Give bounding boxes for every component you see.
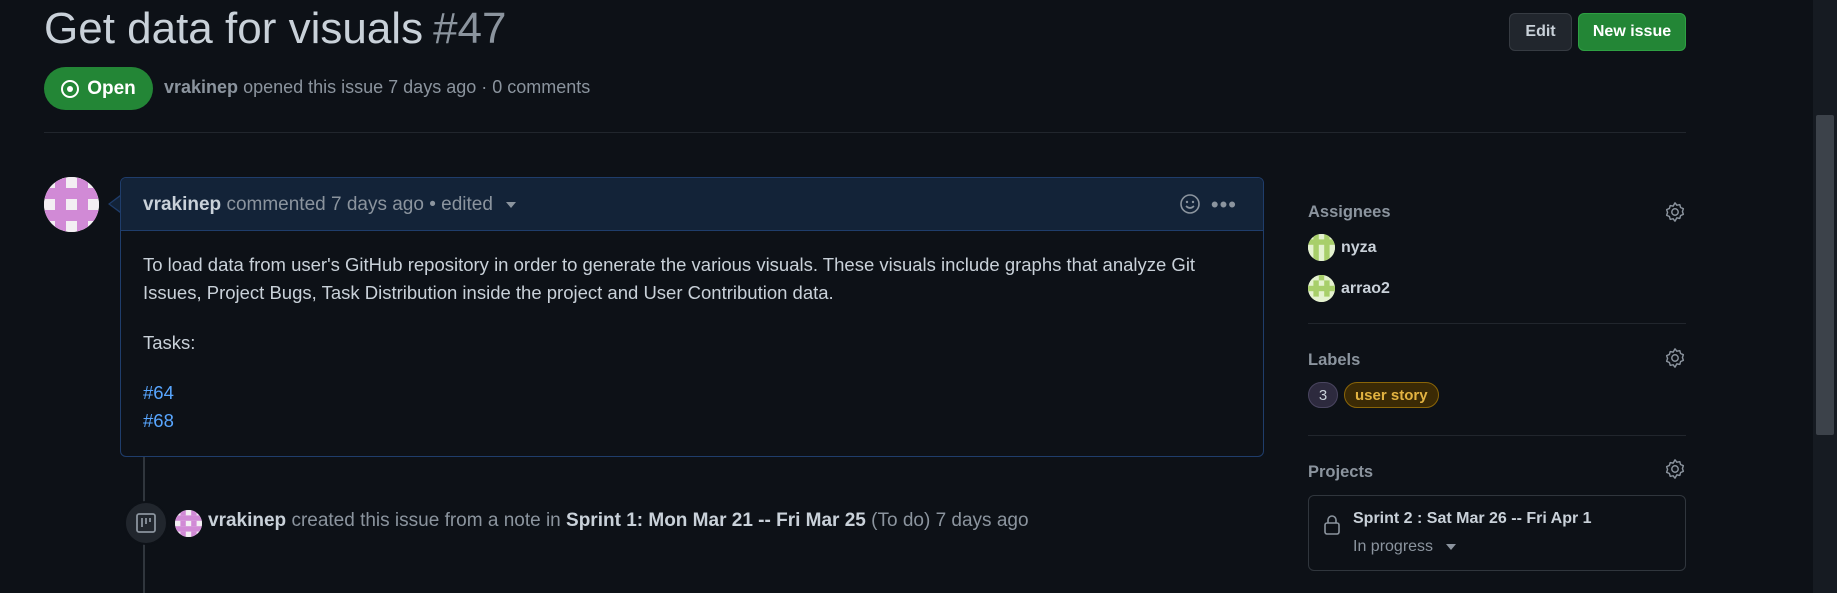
assignee-avatar xyxy=(1308,275,1335,302)
event-author-avatar[interactable] xyxy=(175,510,202,537)
new-issue-button[interactable]: New issue xyxy=(1578,13,1686,51)
sidebar-divider xyxy=(1308,323,1686,324)
projects-gear-icon[interactable] xyxy=(1664,458,1686,480)
issue-state-badge: Open xyxy=(44,67,153,110)
timeline-badge xyxy=(124,501,168,545)
project-board-icon xyxy=(136,513,156,533)
task-list: #64 #68 xyxy=(143,379,1241,435)
project-status: In progress xyxy=(1353,538,1434,555)
scrollbar-thumb[interactable] xyxy=(1816,115,1834,435)
labels-heading: Labels xyxy=(1308,351,1361,369)
emoji-reaction-icon[interactable] xyxy=(1179,193,1201,215)
event-time[interactable]: 7 days ago xyxy=(936,510,1029,531)
sidebar-divider xyxy=(1308,435,1686,436)
task-link-68[interactable]: #68 xyxy=(143,407,1241,435)
comment-meta[interactable]: commented 7 days ago • edited xyxy=(226,194,492,215)
label-3[interactable]: 3 xyxy=(1308,382,1338,408)
event-author-link[interactable]: vrakinep xyxy=(208,510,286,531)
comment-body-text: To load data from user's GitHub reposito… xyxy=(143,254,1196,303)
issue-opened-icon xyxy=(61,79,80,98)
issue-meta: vrakinep opened this issue 7 days ago · … xyxy=(164,77,590,98)
task-link-64[interactable]: #64 xyxy=(143,379,1241,407)
labels-gear-icon[interactable] xyxy=(1664,347,1686,369)
comment-author-avatar[interactable] xyxy=(44,177,99,232)
assignees-gear-icon[interactable] xyxy=(1664,201,1686,223)
comment-header: vrakinep commented 7 days ago • edited •… xyxy=(121,178,1263,231)
comment-header-text: vrakinep commented 7 days ago • edited xyxy=(143,194,517,216)
projects-heading: Projects xyxy=(1308,463,1374,481)
comment-author-link[interactable]: vrakinep xyxy=(143,194,221,215)
more-options-icon[interactable]: ••• xyxy=(1211,192,1237,218)
assignee-avatar xyxy=(1308,234,1335,261)
event-text: created this issue from a note in xyxy=(291,510,561,531)
assignee-name: arrao2 xyxy=(1341,279,1390,297)
issue-state-label: Open xyxy=(87,77,136,99)
edit-button[interactable]: Edit xyxy=(1509,13,1572,51)
issue-opened-text: opened this issue 7 days ago · 0 comment… xyxy=(243,77,591,97)
comment-box: vrakinep commented 7 days ago • edited •… xyxy=(120,177,1264,457)
issue-author-link[interactable]: vrakinep xyxy=(164,77,238,97)
issue-title-text: Get data for visuals xyxy=(44,4,424,53)
identicon-icon xyxy=(175,510,202,537)
project-status-select[interactable]: In progress xyxy=(1353,538,1456,556)
identicon-icon xyxy=(44,177,99,232)
project-card[interactable]: Sprint 2 : Sat Mar 26 -- Fri Apr 1 In pr… xyxy=(1308,495,1686,571)
assignee-name: nyza xyxy=(1341,238,1377,256)
assignee-nyza[interactable]: nyza xyxy=(1308,234,1377,261)
chevron-down-icon xyxy=(1445,543,1456,550)
event-project-link[interactable]: Sprint 1: Mon Mar 21 -- Fri Mar 25 xyxy=(566,510,866,531)
issue-number: #47 xyxy=(433,4,507,53)
issue-title: Get data for visuals #47 xyxy=(44,4,507,54)
identicon-icon xyxy=(1308,275,1335,302)
project-name[interactable]: Sprint 2 : Sat Mar 26 -- Fri Apr 1 xyxy=(1353,510,1592,528)
tasks-label: Tasks: xyxy=(143,332,196,353)
lock-icon xyxy=(1324,515,1340,535)
chevron-down-icon[interactable] xyxy=(506,201,517,208)
header-divider xyxy=(44,132,1686,133)
assignee-arrao2[interactable]: arrao2 xyxy=(1308,275,1390,302)
comment-body: To load data from user's GitHub reposito… xyxy=(121,231,1263,455)
identicon-icon xyxy=(1308,234,1335,261)
assignees-heading: Assignees xyxy=(1308,203,1391,221)
event-column: (To do) xyxy=(871,510,931,531)
timeline-event: vrakinep created this issue from a note … xyxy=(208,510,1029,532)
label-user-story[interactable]: user story xyxy=(1344,382,1439,408)
